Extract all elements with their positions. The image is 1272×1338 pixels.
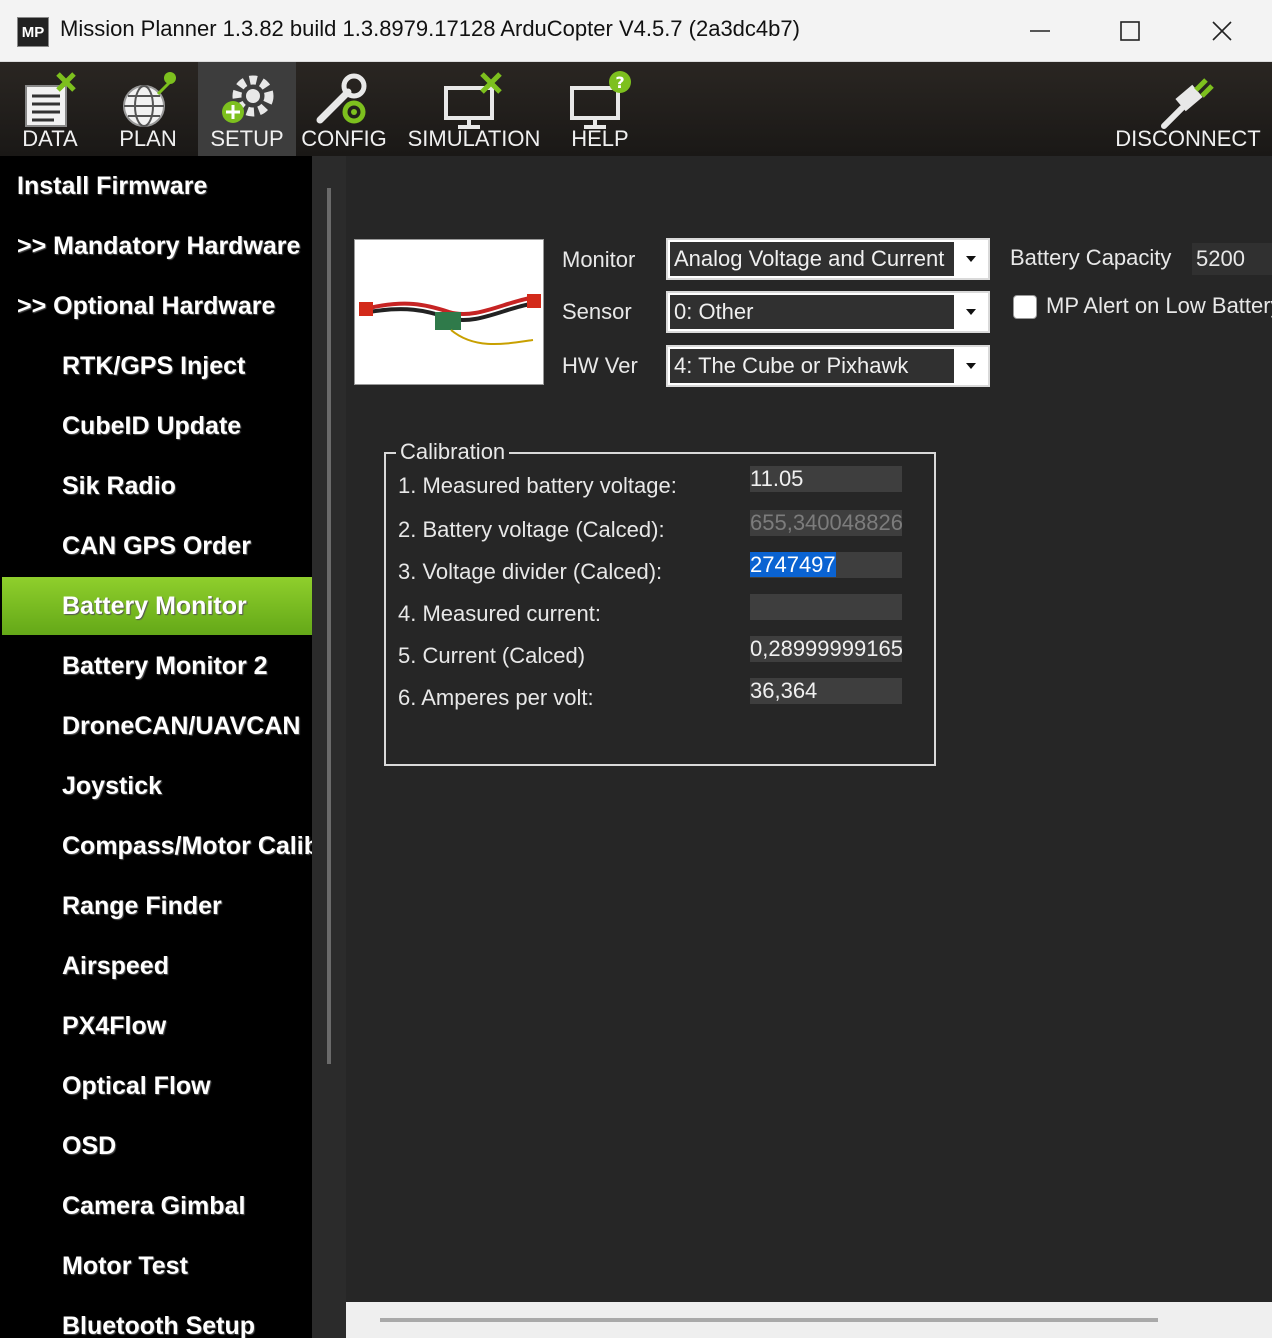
battery-voltage-calced-field: 655,340048826 xyxy=(750,510,902,536)
minimize-button[interactable] xyxy=(1010,8,1070,54)
monitor-label: Monitor xyxy=(562,247,636,272)
sidebar-item-px4flow[interactable]: PX4Flow xyxy=(2,997,312,1055)
calibration-title: Calibration xyxy=(396,439,510,465)
current-calced-label: 5. Current (Calced) xyxy=(398,643,586,668)
chevron-down-icon xyxy=(966,256,976,262)
plug-icon xyxy=(1161,78,1214,129)
maximize-icon xyxy=(1120,21,1140,41)
sensor-label: Sensor xyxy=(562,299,632,324)
horizontal-scroll-thumb[interactable] xyxy=(380,1318,1158,1322)
data-button[interactable]: DATA xyxy=(4,62,96,156)
mp-alert-low-battery-label: MP Alert on Low Battery xyxy=(1046,293,1272,318)
config-button[interactable]: CONFIG xyxy=(298,62,390,156)
sidebar-item-bluetooth-setup[interactable]: Bluetooth Setup xyxy=(2,1297,312,1338)
data-label: DATA xyxy=(22,126,78,151)
hw-ver-select-value: 4: The Cube or Pixhawk xyxy=(670,349,954,383)
sidebar-item-dronecan-uavcan[interactable]: DroneCAN/UAVCAN xyxy=(2,697,312,755)
battery-voltage-calced-label: 2. Battery voltage (Calced): xyxy=(398,517,665,542)
measured-battery-voltage-label: 1. Measured battery voltage: xyxy=(398,473,677,498)
sidebar-item-camera-gimbal[interactable]: Camera Gimbal xyxy=(2,1177,312,1235)
main-toolbar: DATA PLAN SETUP CONFIG SIMULATION ? HELP… xyxy=(0,62,1272,156)
sidebar-item-airspeed[interactable]: Airspeed xyxy=(2,937,312,995)
sidebar-item-motor-test[interactable]: Motor Test xyxy=(2,1237,312,1295)
help-button[interactable]: ? HELP xyxy=(552,62,648,156)
sidebar-item-joystick[interactable]: Joystick xyxy=(2,757,312,815)
sidebar-item-mandatory-hardware[interactable]: >> Mandatory Hardware xyxy=(2,217,312,275)
config-label: CONFIG xyxy=(301,126,387,151)
chevron-down-icon xyxy=(966,363,976,369)
close-button[interactable] xyxy=(1192,8,1252,54)
sidebar-item-can-gps-order[interactable]: CAN GPS Order xyxy=(2,517,312,575)
globe-icon xyxy=(123,72,176,127)
measured-current-input[interactable] xyxy=(750,594,902,620)
title-bar: MP Mission Planner 1.3.82 build 1.3.8979… xyxy=(0,0,1272,62)
amperes-per-volt-label: 6. Amperes per volt: xyxy=(398,685,594,710)
simulation-button[interactable]: SIMULATION xyxy=(402,62,546,156)
help-icon: ? xyxy=(570,71,631,129)
disconnect-button[interactable]: DISCONNECT xyxy=(1110,62,1266,156)
sidebar-item-cubeid-update[interactable]: CubeID Update xyxy=(2,397,312,455)
monitor-icon xyxy=(444,72,502,129)
sensor-dropdown-button[interactable] xyxy=(954,293,988,331)
sidebar-item-install-firmware[interactable]: Install Firmware xyxy=(2,157,312,215)
close-icon xyxy=(1212,21,1232,41)
hw-ver-dropdown-button[interactable] xyxy=(954,347,988,385)
simulation-label: SIMULATION xyxy=(407,126,541,151)
svg-text:?: ? xyxy=(615,73,624,92)
mp-alert-low-battery-checkbox[interactable] xyxy=(1013,295,1037,319)
sidebar-item-osd[interactable]: OSD xyxy=(2,1117,312,1175)
maximize-button[interactable] xyxy=(1100,8,1160,54)
sidebar-item-optical-flow[interactable]: Optical Flow xyxy=(2,1057,312,1115)
app-icon: MP xyxy=(17,17,49,47)
sidebar-item-sik-radio[interactable]: Sik Radio xyxy=(2,457,312,515)
sidebar-item-compass-motor-calib[interactable]: Compass/Motor Calib xyxy=(2,817,312,875)
voltage-divider-calced-input[interactable]: 2747497 xyxy=(750,552,902,578)
data-icon xyxy=(25,72,76,127)
plan-label: PLAN xyxy=(119,126,177,151)
setup-button[interactable]: SETUP xyxy=(198,62,296,156)
hw-ver-select[interactable]: 4: The Cube or Pixhawk xyxy=(666,345,990,387)
plan-button[interactable]: PLAN xyxy=(102,62,194,156)
help-label: HELP xyxy=(571,126,629,151)
sidebar-scroll-thumb[interactable] xyxy=(327,188,331,1064)
setup-label: SETUP xyxy=(210,126,284,151)
sensor-select[interactable]: 0: Other xyxy=(666,291,990,333)
minimize-icon xyxy=(1030,30,1050,32)
sidebar-scrollbar[interactable] xyxy=(312,156,346,1338)
sensor-select-value: 0: Other xyxy=(670,295,954,329)
gear-icon xyxy=(222,75,274,123)
monitor-select-value: Analog Voltage and Current xyxy=(670,242,954,276)
sidebar-item-battery-monitor[interactable]: Battery Monitor xyxy=(2,577,312,635)
chevron-down-icon xyxy=(966,309,976,315)
battery-sensor-image xyxy=(354,239,544,385)
setup-sidebar: Install Firmware >> Mandatory Hardware >… xyxy=(0,156,312,1338)
sidebar-item-rtk-gps-inject[interactable]: RTK/GPS Inject xyxy=(2,337,312,395)
voltage-divider-selected-text: 2747497 xyxy=(750,552,836,577)
power-module-illustration xyxy=(359,294,541,345)
battery-capacity-input[interactable]: 5200 xyxy=(1192,243,1272,275)
sidebar-item-range-finder[interactable]: Range Finder xyxy=(2,877,312,935)
monitor-dropdown-button[interactable] xyxy=(954,240,988,278)
sidebar-item-battery-monitor-2[interactable]: Battery Monitor 2 xyxy=(2,637,312,695)
window-title: Mission Planner 1.3.82 build 1.3.8979.17… xyxy=(60,16,800,41)
amperes-per-volt-input[interactable]: 36,364 xyxy=(750,678,902,704)
voltage-divider-calced-label: 3. Voltage divider (Calced): xyxy=(398,559,663,584)
hw-ver-label: HW Ver xyxy=(562,353,638,378)
measured-current-label: 4. Measured current: xyxy=(398,601,601,626)
wrench-icon xyxy=(316,73,367,124)
measured-battery-voltage-input[interactable]: 11.05 xyxy=(750,466,902,492)
disconnect-label: DISCONNECT xyxy=(1115,126,1261,151)
battery-capacity-label: Battery Capacity xyxy=(1010,245,1172,270)
main-horizontal-scrollbar[interactable] xyxy=(346,1302,1272,1338)
current-calced-field[interactable]: 0,28999999165 xyxy=(750,636,902,662)
monitor-select[interactable]: Analog Voltage and Current xyxy=(666,238,990,280)
sidebar-item-optional-hardware[interactable]: >> Optional Hardware xyxy=(2,277,312,335)
